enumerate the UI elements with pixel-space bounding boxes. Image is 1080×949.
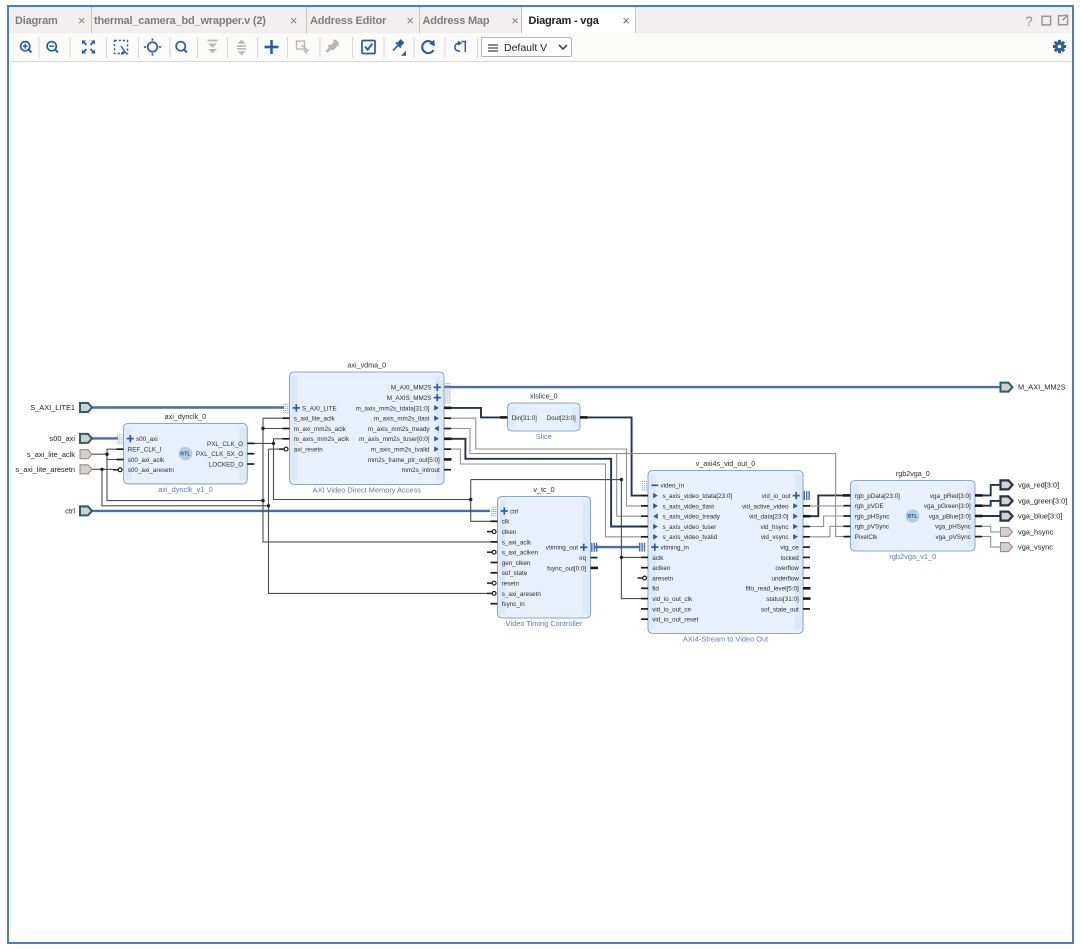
svg-text:m_axi_mm2s_aclk: m_axi_mm2s_aclk (294, 426, 347, 433)
svg-text:Din[31:0]: Din[31:0] (512, 415, 537, 422)
svg-text:vga_pVSync: vga_pVSync (935, 534, 970, 541)
svg-text:s_axis_video_tuser: s_axis_video_tuser (663, 524, 717, 531)
svg-text:S_AXI_LITE: S_AXI_LITE (302, 405, 337, 412)
svg-text:ctrl: ctrl (510, 508, 518, 515)
svg-text:Slice: Slice (536, 432, 552, 441)
svg-text:fifo_read_level[5:0]: fifo_read_level[5:0] (746, 586, 799, 593)
svg-text:gen_clken: gen_clken (502, 560, 531, 567)
svg-text:vid_active_video: vid_active_video (742, 503, 789, 510)
svg-text:rgb_pData[23:0]: rgb_pData[23:0] (855, 493, 900, 500)
svg-text:irq: irq (579, 555, 586, 562)
svg-text:vid_io_out: vid_io_out (762, 493, 791, 500)
svg-text:video_in: video_in (661, 483, 685, 490)
svg-text:mm2s_frame_ptr_out[5:0]: mm2s_frame_ptr_out[5:0] (368, 457, 440, 464)
svg-text:vga_vsync: vga_vsync (1018, 543, 1053, 552)
svg-text:rgb_pHSync: rgb_pHSync (855, 513, 890, 520)
svg-text:fsync_out[0:0]: fsync_out[0:0] (547, 565, 586, 572)
svg-text:aresetn: aresetn (652, 575, 674, 582)
svg-text:vtg_ce: vtg_ce (780, 545, 799, 552)
svg-text:overflow: overflow (775, 565, 799, 572)
svg-text:PixelClk: PixelClk (855, 534, 879, 541)
svg-text:vid_data[23:0]: vid_data[23:0] (749, 514, 789, 521)
svg-text:M_AXI_MM2S: M_AXI_MM2S (391, 385, 432, 392)
svg-text:fid: fid (652, 586, 659, 593)
svg-text:vga_blue[3:0]: vga_blue[3:0] (1018, 512, 1062, 521)
svg-text:xlslice_0: xlslice_0 (530, 392, 558, 401)
svg-text:vtiming_out: vtiming_out (546, 545, 578, 552)
svg-text:vga_hsync: vga_hsync (1018, 528, 1054, 537)
svg-text:s_axi_aresetn: s_axi_aresetn (502, 591, 542, 598)
svg-text:RTL: RTL (180, 452, 191, 458)
svg-text:vtiming_in: vtiming_in (661, 545, 690, 552)
svg-text:vga_pGreen[3:0]: vga_pGreen[3:0] (924, 503, 971, 510)
svg-text:s_axi_lite_aresetn: s_axi_lite_aresetn (15, 465, 75, 474)
svg-text:v_axi4s_vid_out_0: v_axi4s_vid_out_0 (696, 459, 756, 468)
svg-text:Video Timing Controller: Video Timing Controller (506, 619, 583, 628)
svg-text:s_axi_aclken: s_axi_aclken (502, 550, 539, 557)
svg-text:vid_hsync: vid_hsync (760, 524, 788, 531)
svg-text:m_axis_mm2s_tdata[31:0]: m_axis_mm2s_tdata[31:0] (356, 405, 430, 412)
svg-text:s_axis_video_tvalid: s_axis_video_tvalid (663, 534, 718, 541)
svg-text:s_axis_video_tready: s_axis_video_tready (663, 514, 721, 521)
svg-text:s00_axi: s00_axi (136, 436, 158, 443)
svg-text:s00_axi: s00_axi (50, 434, 76, 443)
svg-text:axi_dynclk_0: axi_dynclk_0 (165, 412, 207, 421)
svg-text:v_tc_0: v_tc_0 (533, 485, 554, 494)
svg-text:ctrl: ctrl (65, 507, 75, 516)
svg-text:vga_red[3:0]: vga_red[3:0] (1018, 481, 1059, 490)
svg-text:vid_io_out_ce: vid_io_out_ce (652, 606, 691, 613)
svg-text:aclken: aclken (652, 565, 671, 572)
svg-text:locked: locked (781, 555, 800, 562)
svg-text:status[31:0]: status[31:0] (766, 596, 799, 603)
svg-text:rgb_pVSync: rgb_pVSync (855, 524, 889, 531)
svg-text:m_axis_mm2s_tuser[0:0]: m_axis_mm2s_tuser[0:0] (359, 436, 430, 443)
svg-text:rgb2vga_0: rgb2vga_0 (896, 469, 930, 478)
svg-text:axi_resetn: axi_resetn (294, 447, 324, 454)
svg-text:LOCKED_O: LOCKED_O (209, 461, 243, 468)
svg-text:AXI4-Stream to Video Out: AXI4-Stream to Video Out (683, 635, 768, 644)
svg-text:vid_io_out_clk: vid_io_out_clk (652, 596, 693, 603)
svg-text:?: ? (1025, 14, 1033, 29)
svg-text:sof_state: sof_state (502, 570, 528, 577)
svg-text:vga_green[3:0]: vga_green[3:0] (1018, 497, 1067, 506)
svg-text:s_axi_lite_aclk: s_axi_lite_aclk (27, 450, 75, 459)
svg-text:rgb2vga_v1_0: rgb2vga_v1_0 (889, 552, 936, 561)
svg-text:clken: clken (502, 529, 517, 536)
svg-text:aclk: aclk (652, 555, 664, 562)
svg-text:RTL: RTL (907, 514, 918, 520)
svg-text:s_axis_video_tlast: s_axis_video_tlast (663, 503, 715, 510)
svg-text:mm2s_introut: mm2s_introut (402, 467, 440, 474)
svg-text:vga_pRed[3:0]: vga_pRed[3:0] (930, 493, 971, 500)
svg-text:resetn: resetn (502, 581, 520, 588)
svg-text:clk: clk (502, 519, 511, 526)
svg-text:fsync_in: fsync_in (502, 601, 526, 608)
svg-text:m_axis_mm2s_tvalid: m_axis_mm2s_tvalid (371, 447, 430, 454)
svg-text:Dout[23:0]: Dout[23:0] (547, 415, 576, 422)
svg-text:vid_vsync: vid_vsync (761, 534, 789, 541)
svg-text:M_AXIS_MM2S: M_AXIS_MM2S (387, 395, 432, 402)
svg-text:M_AXI_MM2S: M_AXI_MM2S (1018, 383, 1066, 392)
svg-text:vga_pHSync: vga_pHSync (935, 524, 971, 531)
svg-text:m_axis_mm2s_tlast: m_axis_mm2s_tlast (374, 416, 430, 423)
svg-text:s00_axi_aresetn: s00_axi_aresetn (128, 467, 175, 474)
svg-text:vid_io_out_reset: vid_io_out_reset (652, 617, 698, 624)
svg-text:s00_axi_aclk: s00_axi_aclk (128, 457, 165, 464)
svg-text:S_AXI_LITE1: S_AXI_LITE1 (30, 403, 75, 412)
svg-text:m_axis_mm2s_aclk: m_axis_mm2s_aclk (294, 436, 350, 443)
svg-text:AXI Video Direct Memory Access: AXI Video Direct Memory Access (313, 486, 422, 495)
svg-text:PXL_CLK_O: PXL_CLK_O (207, 441, 243, 448)
svg-text:s_axi_aclk: s_axi_aclk (502, 539, 532, 546)
svg-text:rgb_pVDE: rgb_pVDE (855, 503, 884, 510)
svg-text:sof_state_out: sof_state_out (761, 606, 799, 613)
svg-text:vga_pBlue[3:0]: vga_pBlue[3:0] (929, 513, 971, 520)
svg-text:m_axis_mm2s_tready: m_axis_mm2s_tready (368, 426, 430, 433)
svg-text:axi_vdma_0: axi_vdma_0 (347, 361, 386, 370)
svg-text:s_axis_video_tdata[23:0]: s_axis_video_tdata[23:0] (663, 493, 733, 500)
svg-text:axi_dynclk_v1_0: axi_dynclk_v1_0 (158, 485, 213, 494)
svg-text:REF_CLK_I: REF_CLK_I (128, 447, 162, 454)
svg-text:s_axi_lite_aclk: s_axi_lite_aclk (294, 416, 336, 423)
svg-text:PXL_CLK_5X_O: PXL_CLK_5X_O (196, 451, 243, 458)
svg-text:underflow: underflow (771, 575, 799, 582)
